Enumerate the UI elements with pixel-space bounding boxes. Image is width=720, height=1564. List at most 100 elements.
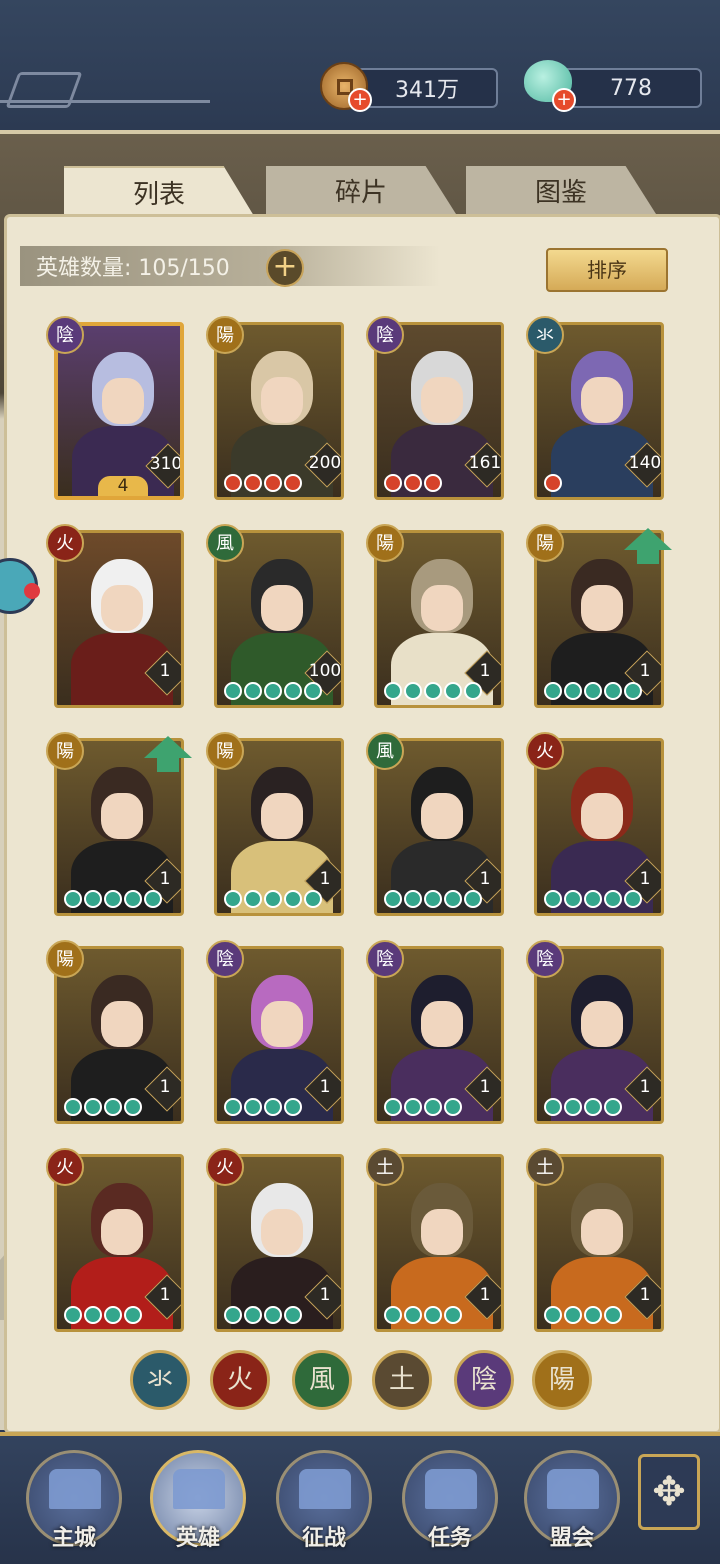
sort-button[interactable]: 排序 [546,248,668,292]
gem-icon [84,1098,102,1116]
hero-level: 1 [159,1285,171,1305]
gem-icon [564,1098,582,1116]
gem-icon [384,474,402,492]
gem-icon [64,1306,82,1324]
gem-icon [544,890,562,908]
filter-yin-button[interactable]: 陰 [454,1350,514,1410]
hero-level: 100 [308,661,342,681]
hero-face [261,585,303,631]
upgrade-arrow-icon [144,736,192,758]
gem-row [224,1306,302,1324]
decorative-line [0,100,210,103]
gem-icon [604,1098,622,1116]
tab-fragments-label: 碎片 [334,177,387,208]
gem-icon [424,682,442,700]
gem-icon [224,890,242,908]
gem-icon [244,1306,262,1324]
add-coins-icon[interactable]: + [348,88,372,112]
hero-face [101,585,143,631]
hero-face [102,378,144,424]
gem-icon [264,474,282,492]
gem-icon [384,890,402,908]
coin-counter: 341万 [356,68,498,108]
fire-element-icon: 火 [46,1148,84,1186]
quests-icon [425,1469,477,1509]
yang-element-icon: 陽 [206,732,244,770]
yin-element-icon: 陰 [206,940,244,978]
hero-level: 1 [319,869,331,889]
yang-element-icon: 陽 [526,524,564,562]
hero-level: 161 [468,453,502,473]
gem-row [224,890,322,908]
gem-icon [244,1098,262,1116]
filter-water-button[interactable]: 氺 [130,1350,190,1410]
gem-icon [104,1306,122,1324]
gem-icon [604,682,622,700]
upgrade-arrow-icon [624,528,672,550]
hero-face [421,1001,463,1047]
earth-element-icon: 土 [366,1148,404,1186]
filter-wind-button[interactable]: 風 [292,1350,352,1410]
gem-icon [224,682,242,700]
tab-codex[interactable]: 图鉴 [466,166,656,214]
gem-icon [84,1306,102,1324]
hero-level: 1 [159,869,171,889]
hero-level: 1 [319,1285,331,1305]
hero-face [261,793,303,839]
gem-icon [464,890,482,908]
campaign-icon [299,1469,351,1509]
wind-element-icon: 風 [206,524,244,562]
gem-icon [284,1306,302,1324]
gem-row [544,474,562,492]
nav-campaign-label: 征战 [301,1526,346,1551]
gem-icon [104,1098,122,1116]
hero-level: 1 [319,1077,331,1097]
yin-element-icon: 陰 [526,940,564,978]
gem-icon [284,890,302,908]
hero-face [421,793,463,839]
menu-grid-button[interactable]: ✥ [638,1454,700,1530]
gem-icon [124,1306,142,1324]
filter-yang-button[interactable]: 陽 [532,1350,592,1410]
hero-level: 1 [639,661,651,681]
top-bar [0,0,720,134]
gem-row [384,890,482,908]
gem-icon [284,1098,302,1116]
gem-row [64,890,162,908]
tab-fragments[interactable]: 碎片 [266,166,456,214]
gem-icon [624,682,642,700]
hero-face [421,377,463,423]
gem-row [224,1098,302,1116]
jade-counter: 778 [560,68,702,108]
hero-face [581,1001,623,1047]
tab-list[interactable]: 列表 [64,166,254,216]
yang-element-icon: 陽 [206,316,244,354]
add-jade-icon[interactable]: + [552,88,576,112]
gem-icon [404,890,422,908]
nav-quests-label: 任务 [427,1526,472,1551]
gem-icon [124,890,142,908]
hero-level: 1 [639,869,651,889]
hero-level: 1 [479,661,491,681]
heroes-icon [173,1469,225,1509]
gem-icon [84,890,102,908]
gem-row [224,474,302,492]
gem-icon [624,890,642,908]
expand-slots-button[interactable]: + [266,249,304,287]
gem-icon [564,890,582,908]
gem-icon [424,474,442,492]
guild-icon [547,1469,599,1509]
water-element-icon: 氺 [526,316,564,354]
gem-icon [544,1098,562,1116]
filter-earth-button[interactable]: 土 [372,1350,432,1410]
gem-icon [564,682,582,700]
filter-fire-button[interactable]: 火 [210,1350,270,1410]
tab-codex-label: 图鉴 [534,177,587,208]
hero-level: 1 [479,1285,491,1305]
gem-icon [224,1098,242,1116]
gem-icon [404,682,422,700]
gem-row [384,1098,462,1116]
jade-amount: 778 [610,75,652,101]
hero-level: 200 [308,453,342,473]
gem-icon [264,1098,282,1116]
